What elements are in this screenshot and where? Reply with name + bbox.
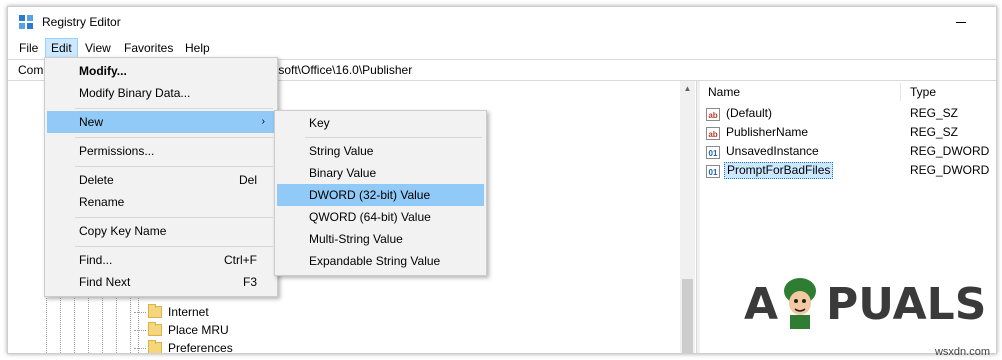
folder-icon xyxy=(148,340,162,353)
value-row-selected[interactable]: 01 PromptForBadFiles REG_DWORD xyxy=(700,162,990,181)
menu-separator xyxy=(75,246,273,247)
address-prefix: Com xyxy=(18,63,44,77)
watermark-text-puals: PUALS xyxy=(826,279,987,330)
menu-item-copy-key-name[interactable]: Copy Key Name xyxy=(47,220,275,242)
menu-item-label: Delete xyxy=(79,173,114,187)
menu-item-find-next[interactable]: Find Next F3 xyxy=(47,271,275,293)
watermark-text-a: A xyxy=(744,279,779,330)
scroll-up-arrow-icon[interactable]: ▲ xyxy=(680,81,695,96)
menu-separator xyxy=(75,108,273,109)
folder-icon xyxy=(148,304,162,318)
menu-bar: File Edit View Favorites Help xyxy=(8,38,996,58)
menu-separator xyxy=(305,137,482,138)
value-name: UnsavedInstance xyxy=(726,144,819,158)
menu-separator xyxy=(75,217,273,218)
address-suffix: soft\Office\16.0\Publisher xyxy=(278,63,413,77)
column-header-type[interactable]: Type xyxy=(910,81,936,103)
tree-scrollbar[interactable]: ▲ xyxy=(680,81,695,353)
submenu-arrow-icon: › xyxy=(261,116,265,127)
menu-item-label: Modify... xyxy=(79,64,127,78)
menu-item-label: String Value xyxy=(309,144,374,158)
submenu-item-multi-string-value[interactable]: Multi-String Value xyxy=(277,228,484,250)
value-type: REG_DWORD xyxy=(910,144,990,158)
minimize-button[interactable] xyxy=(946,13,976,31)
menu-item-delete[interactable]: Delete Del xyxy=(47,169,275,191)
tree-item-label: Internet xyxy=(168,305,209,319)
menu-item-modify[interactable]: Modify... xyxy=(47,60,275,82)
submenu-item-expandable-string-value[interactable]: Expandable String Value xyxy=(277,250,484,272)
menu-help[interactable]: Help xyxy=(180,39,215,57)
menu-item-rename[interactable]: Rename xyxy=(47,191,275,213)
menu-item-label: Find Next xyxy=(79,275,131,289)
menu-item-label: New xyxy=(79,115,104,129)
menu-file[interactable]: File xyxy=(14,39,43,57)
menu-item-label: Rename xyxy=(79,195,125,209)
menu-item-label: Multi-String Value xyxy=(309,232,403,246)
menu-item-label: Expandable String Value xyxy=(309,254,441,268)
scroll-thumb[interactable] xyxy=(682,279,693,353)
menu-edit[interactable]: Edit xyxy=(45,38,78,58)
menu-item-permissions[interactable]: Permissions... xyxy=(47,140,275,162)
menu-shortcut: Del xyxy=(238,173,257,187)
menu-item-label: Find... xyxy=(79,253,113,267)
new-submenu: Key String Value Binary Value DWORD (32-… xyxy=(274,110,487,276)
menu-item-find[interactable]: Find... Ctrl+F xyxy=(47,249,275,271)
menu-item-label: Modify Binary Data... xyxy=(79,86,191,100)
value-name: PromptForBadFiles xyxy=(724,162,834,179)
column-header-name[interactable]: Name xyxy=(708,81,740,103)
watermark-logo: A PUALS xyxy=(744,278,986,331)
folder-icon xyxy=(148,322,162,336)
menu-item-modify-binary[interactable]: Modify Binary Data... xyxy=(47,82,275,104)
value-type: REG_SZ xyxy=(910,125,959,139)
value-row[interactable]: 01 UnsavedInstance REG_DWORD xyxy=(700,143,990,162)
menu-view[interactable]: View xyxy=(80,39,116,57)
menu-favorites[interactable]: Favorites xyxy=(119,39,178,57)
value-type: REG_DWORD xyxy=(910,163,990,177)
menu-item-label: DWORD (32-bit) Value xyxy=(309,188,431,202)
string-value-icon: ab xyxy=(706,108,720,121)
binary-value-icon: 01 xyxy=(706,165,720,178)
menu-item-label: Permissions... xyxy=(79,144,155,158)
submenu-item-dword-value[interactable]: DWORD (32-bit) Value xyxy=(277,184,484,206)
edit-menu: Modify... Modify Binary Data... New › Pe… xyxy=(44,57,278,297)
binary-value-icon: 01 xyxy=(706,146,720,159)
menu-item-label: Copy Key Name xyxy=(79,224,167,238)
submenu-item-key[interactable]: Key xyxy=(277,112,484,134)
credit-text: wsxdn.com xyxy=(934,346,990,358)
value-name: PublisherName xyxy=(726,125,809,139)
menu-item-label: Binary Value xyxy=(309,166,377,180)
value-row[interactable]: ab (Default) REG_SZ xyxy=(700,105,990,124)
menu-item-label: Key xyxy=(309,116,330,130)
tree-item-label: Preferences xyxy=(168,341,233,354)
window-title: Registry Editor xyxy=(42,15,121,29)
menu-separator xyxy=(75,137,273,138)
submenu-item-qword-value[interactable]: QWORD (64-bit) Value xyxy=(277,206,484,228)
title-bar: Registry Editor xyxy=(8,7,996,37)
submenu-item-binary-value[interactable]: Binary Value xyxy=(277,162,484,184)
menu-item-new[interactable]: New › xyxy=(47,111,275,133)
mascot-icon xyxy=(784,278,816,329)
value-row[interactable]: ab PublisherName REG_SZ xyxy=(700,124,990,143)
menu-shortcut: Ctrl+F xyxy=(224,253,257,267)
registry-editor-icon xyxy=(19,15,33,29)
value-name: (Default) xyxy=(726,106,773,120)
menu-shortcut: F3 xyxy=(242,275,257,289)
tree-item-label: Place MRU xyxy=(168,323,229,337)
column-divider[interactable] xyxy=(900,83,901,101)
value-type: REG_SZ xyxy=(910,106,959,120)
menu-separator xyxy=(75,166,273,167)
menu-item-label: QWORD (64-bit) Value xyxy=(309,210,431,224)
submenu-item-string-value[interactable]: String Value xyxy=(277,140,484,162)
string-value-icon: ab xyxy=(706,127,720,140)
